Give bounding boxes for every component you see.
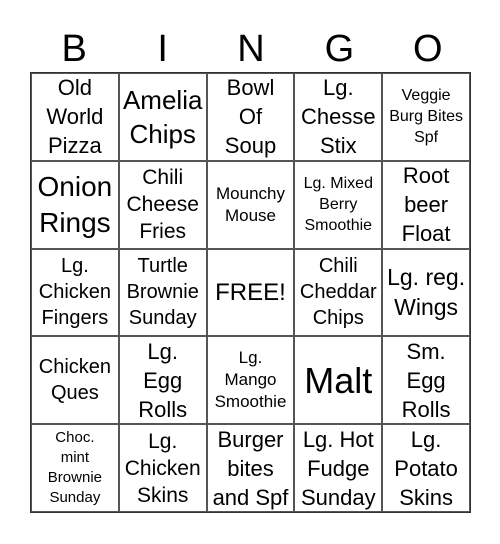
bingo-cell[interactable]: Root beer Float — [382, 160, 470, 249]
cell-text-line: Brownie — [126, 281, 199, 304]
cell-text-line: Old — [57, 75, 93, 101]
bingo-cell[interactable]: Onion Rings — [31, 160, 119, 249]
cell-text-line: Rings — [39, 206, 111, 238]
cell-text-line: bites — [227, 455, 274, 481]
cell-text-line: Chesse — [300, 104, 376, 130]
cell-text-line: FREE! — [215, 278, 286, 306]
cell-text-line: Cheese — [126, 193, 199, 217]
cell-text-line: Wings — [394, 294, 459, 321]
cell-text-line: Chicken — [124, 456, 201, 480]
cell-text-line: Pizza — [48, 133, 102, 159]
cell-text-line: Rolls — [138, 396, 188, 422]
bingo-grid: Old World Pizza Amelia Chips Bowl Of Soup Lg. Che… — [30, 72, 471, 513]
cell-text-line: Malt — [304, 359, 373, 401]
bingo-cell[interactable]: Lg. Chicken Skins — [118, 424, 207, 512]
cell-text-line: Chips — [129, 118, 196, 149]
cell-text-line: Egg — [143, 367, 183, 393]
cell-text-line: Brownie — [47, 469, 102, 487]
bingo-cell[interactable]: Turtle Brownie Sunday — [118, 248, 207, 337]
bingo-cell[interactable]: Bowl Of Soup — [206, 73, 295, 161]
cell-text-line: Fingers — [41, 307, 109, 330]
cell-text-line: Sm. — [406, 338, 446, 364]
cell-text-line: Skins — [137, 483, 189, 507]
cell-text-line: Fudge — [307, 455, 370, 481]
cell-text-line: Sunday — [49, 489, 101, 507]
bingo-cell[interactable]: Choc. mint Brownie Sunday — [31, 424, 119, 512]
cell-text-line: Root — [402, 163, 450, 189]
bingo-cell[interactable]: Lg. Chicken Fingers — [31, 248, 119, 337]
cell-text-line: World — [46, 104, 104, 130]
cell-text-line: Lg. — [238, 348, 263, 368]
cell-text-line: Choc. — [55, 429, 95, 447]
cell-text-line: Lg. Hot — [302, 426, 374, 452]
cell-text-line: Chili — [142, 166, 184, 190]
cell-text-line: Lg. — [147, 338, 178, 364]
cell-text-line: Float — [401, 221, 451, 247]
cell-text-line: Lg. — [60, 255, 89, 278]
bingo-cell[interactable]: Lg. Mixed Berry Smoothie — [294, 160, 383, 249]
bingo-cell[interactable]: Malt — [294, 336, 383, 425]
cell-text-line: Chicken — [38, 356, 112, 379]
bingo-cell[interactable]: Mounchy Mouse — [206, 160, 295, 249]
bingo-cell[interactable]: Sm. Egg Rolls — [382, 336, 470, 425]
bingo-cell[interactable]: Lg. Egg Rolls — [118, 336, 207, 425]
cell-text-line: beer — [404, 192, 449, 218]
cell-text-line: Lg. Mixed — [303, 175, 373, 193]
cell-text-line: Chips — [312, 307, 364, 330]
cell-text-line: Chicken — [38, 281, 112, 304]
cell-text-line: Veggie — [401, 87, 451, 105]
cell-text-line: Rolls — [401, 396, 451, 422]
bingo-cell[interactable]: Chili Cheddar Chips — [294, 248, 383, 337]
header-letter-n: N — [237, 28, 265, 70]
cell-text-line: Stix — [319, 133, 357, 159]
bingo-cell[interactable]: FREE! — [206, 248, 295, 337]
bingo-cell[interactable]: Chicken Ques — [31, 336, 119, 425]
cell-text-line: Egg — [406, 367, 446, 393]
cell-text-line: Ques — [50, 382, 99, 405]
cell-text-line: Bowl — [226, 75, 275, 101]
bingo-cell[interactable]: Veggie Burg Bites Spf — [382, 73, 470, 161]
cell-text-line: Sunday — [128, 307, 197, 330]
cell-text-line: Onion — [37, 170, 113, 202]
bingo-cell[interactable]: Old World Pizza — [31, 73, 119, 161]
cell-text-line: Mouse — [224, 205, 276, 225]
bingo-cell[interactable]: Chili Cheese Fries — [118, 160, 207, 249]
cell-text-line: Turtle — [137, 255, 188, 278]
cell-text-line: Potato — [394, 455, 458, 481]
cell-text-line: Soup — [224, 133, 277, 159]
cell-text-line: Sunday — [300, 484, 376, 510]
cell-text-line: Fries — [139, 220, 187, 244]
cell-text-line: Spf — [414, 129, 439, 147]
bingo-cell[interactable]: Lg. Potato Skins — [382, 424, 470, 512]
header-letter-b: B — [61, 28, 87, 70]
bingo-cell[interactable]: Burger bites and Spf — [206, 424, 295, 512]
cell-text-line: Cheddar — [299, 281, 377, 304]
cell-text-line: Lg. — [148, 429, 178, 453]
bingo-header: B I N G O — [30, 26, 472, 72]
cell-text-line: Smoothie — [214, 392, 287, 412]
bingo-cell[interactable]: Lg. Chesse Stix — [294, 73, 383, 161]
bingo-cell[interactable]: Amelia Chips — [118, 73, 207, 161]
cell-text-line: Lg. reg. — [387, 264, 466, 291]
bingo-cell[interactable]: Lg. Mango Smoothie — [206, 336, 295, 425]
bingo-cell[interactable]: Lg. Hot Fudge Sunday — [294, 424, 383, 512]
cell-text-line: Lg. — [410, 426, 442, 452]
cell-text-line: Amelia — [122, 84, 203, 115]
cell-text-line: Berry — [319, 196, 358, 214]
cell-text-line: Smoothie — [304, 217, 373, 235]
cell-text-line: and Spf — [212, 484, 289, 510]
cell-text-line: Mounchy — [216, 183, 285, 203]
cell-text-line: Burg Bites — [389, 108, 463, 126]
bingo-cell[interactable]: Lg. reg. Wings — [382, 248, 470, 337]
cell-text-line: Mango — [224, 370, 277, 390]
cell-text-line: mint — [60, 449, 90, 467]
cell-text-line: Burger — [217, 426, 284, 452]
cell-text-line: Skins — [399, 484, 453, 510]
header-letter-o: O — [413, 28, 443, 70]
header-letter-i: I — [157, 28, 168, 70]
header-letter-g: G — [324, 28, 355, 70]
cell-text-line: Lg. — [322, 75, 354, 101]
cell-text-line: Of — [238, 104, 263, 130]
cell-text-line: Chili — [318, 255, 358, 278]
